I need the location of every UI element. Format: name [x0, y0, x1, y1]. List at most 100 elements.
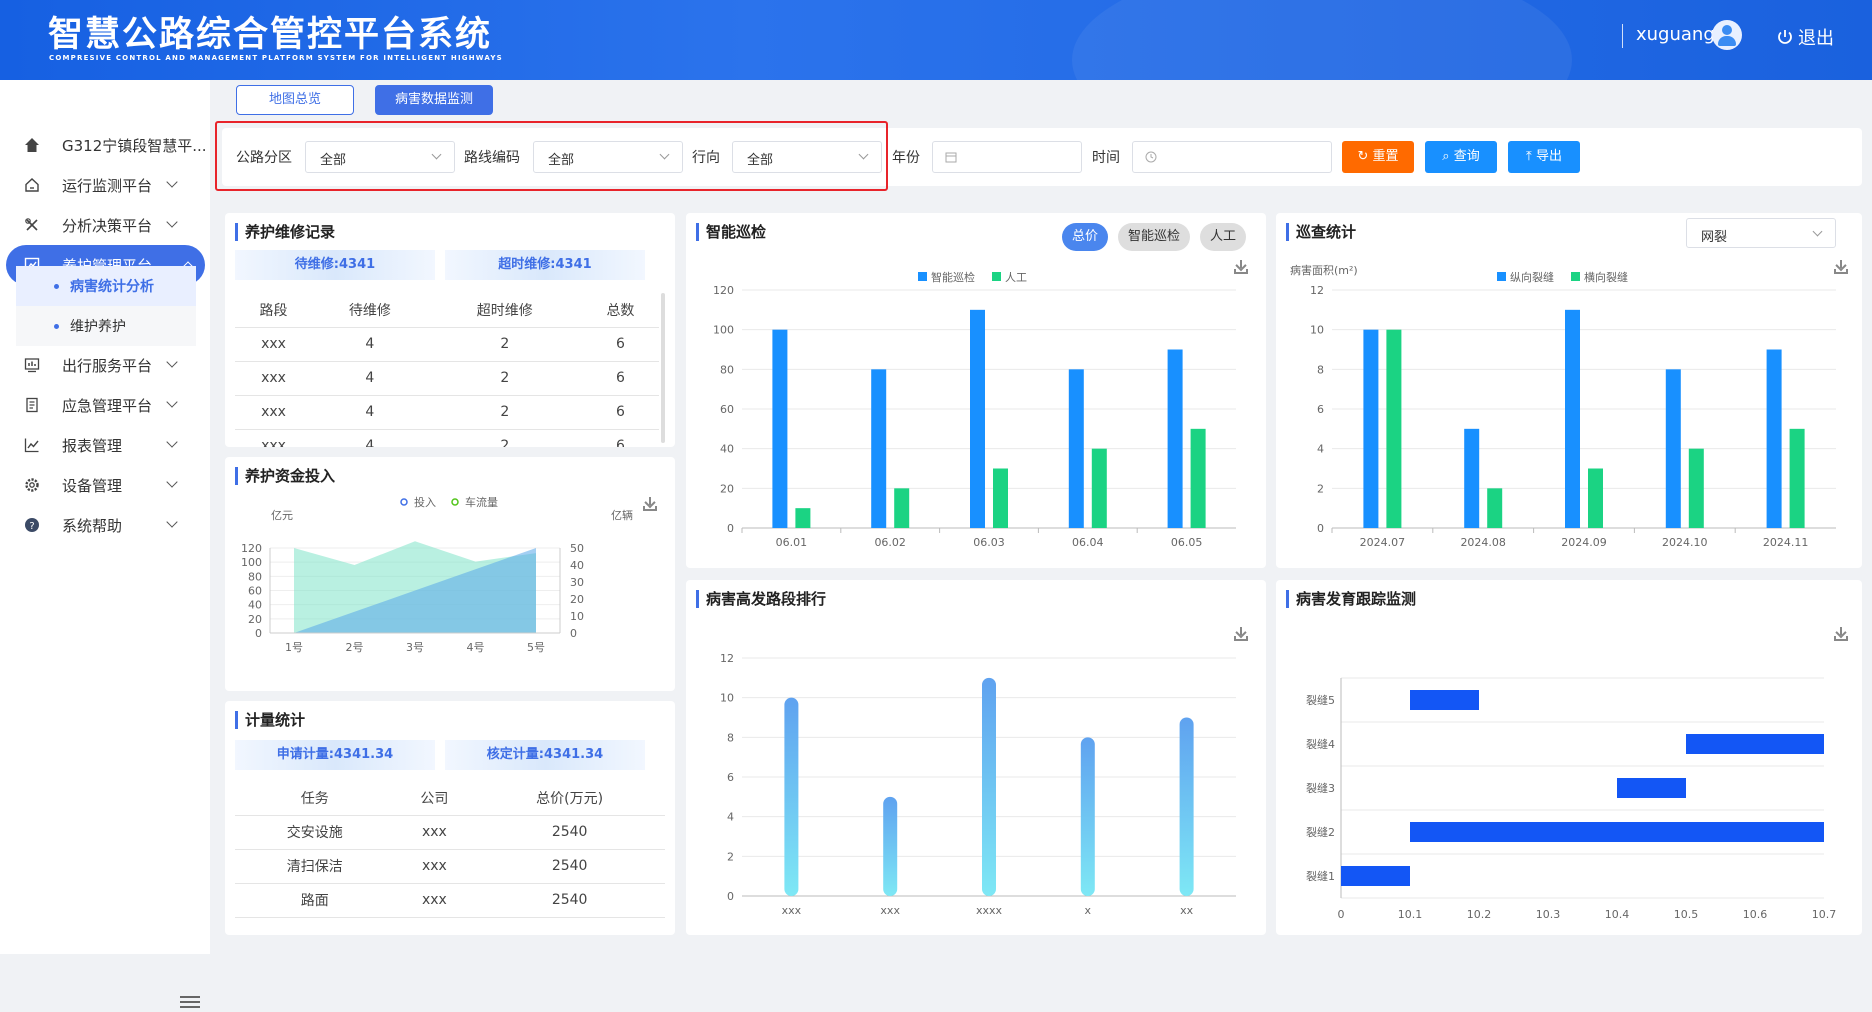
sidebar-item-operation-monitoring[interactable]: 运行监测平台	[0, 165, 210, 205]
sidebar-subitem-maintenance[interactable]: 维护养护	[16, 306, 196, 346]
y-tick-label: 裂缝3	[1306, 781, 1335, 795]
upload-icon: ⤒	[1526, 149, 1536, 164]
column-header: 路段	[235, 293, 313, 328]
column-header: 待维修	[312, 293, 428, 328]
table-row[interactable]: 交安设施 xxx 2540	[235, 815, 665, 850]
table-cell: 6	[581, 429, 659, 447]
sidebar-item-analysis-decision[interactable]: 分析决策平台	[0, 205, 210, 245]
query-button[interactable]: ⌕ 查询	[1425, 141, 1497, 173]
tab-map-overview[interactable]: 地图总览	[236, 85, 354, 115]
reset-button[interactable]: ↻ 重置	[1342, 141, 1414, 173]
chevron-down-icon	[166, 176, 178, 188]
x-tick-label: 1号	[285, 641, 303, 654]
x-tick-label: 5号	[527, 641, 545, 654]
tab-disease-monitoring[interactable]: 病害数据监测	[375, 85, 493, 115]
table-cell: 2	[427, 327, 582, 362]
legend-transverse-label: 横向裂缝	[1584, 270, 1628, 284]
sidebar-item-report-management[interactable]: 报表管理	[0, 425, 210, 465]
avatar-icon[interactable]	[1712, 20, 1742, 50]
table-row[interactable]: xxx 4 2 6	[235, 395, 659, 430]
help-icon: ?	[24, 517, 40, 533]
x-tick-label: xxxx	[976, 904, 1003, 917]
maintenance-funds-panel: 养护资金投入 投入 车流量 亿元 亿辆 0 20 40 60 80 100 120 0 10 20…	[225, 457, 675, 691]
collapse-menu-icon[interactable]	[180, 996, 200, 1012]
sidebar-subitem-label: 维护养护	[70, 319, 126, 335]
export-button[interactable]: ⤒ 导出	[1508, 141, 1580, 173]
y-tick-label: 10	[720, 692, 734, 705]
bullet-dot	[54, 283, 59, 289]
time-label: 时间	[1092, 150, 1120, 166]
bar	[1068, 369, 1084, 528]
bar	[871, 369, 887, 528]
inspection-bar-chart: 智能巡检 人工 0 20 40 60 80 100 120 06.01 06.02 06.03 06…	[713, 270, 1236, 549]
apply-metering-stat: 申请计量:4341.34	[235, 740, 435, 770]
bar	[1190, 428, 1206, 528]
bar	[1167, 349, 1183, 528]
logout-label: 退出	[1798, 28, 1834, 49]
y-tick-label: 6	[727, 771, 734, 784]
table-row[interactable]: xxx 4 2 6	[235, 361, 659, 396]
table-cell: 交安设施	[235, 815, 395, 850]
table-cell: xxx	[235, 361, 313, 396]
column-header: 总数	[581, 293, 659, 328]
sidebar-item-label: G312宁镇段智慧平...	[62, 136, 207, 155]
table-cell: 4	[312, 361, 428, 396]
sidebar-item-system-help[interactable]: ? 系统帮助	[0, 505, 210, 545]
chevron-down-icon	[166, 356, 178, 368]
app-subtitle: COMPRESIVE CONTROL AND MANAGEMENT PLATFO…	[49, 54, 503, 62]
time-picker[interactable]	[1132, 141, 1332, 173]
year-picker[interactable]	[932, 141, 1082, 173]
sidebar-item-home[interactable]: G312宁镇段智慧平...	[0, 125, 210, 165]
y-tick-label: 0	[727, 522, 734, 535]
column-header: 任务	[235, 781, 395, 816]
sidebar-item-label: 出行服务平台	[62, 356, 153, 375]
y-tick-label-left: 60	[248, 585, 262, 598]
bar	[1464, 428, 1480, 528]
legend-transverse-marker	[1571, 272, 1580, 281]
header-decoration	[1072, 0, 1572, 80]
home-icon	[24, 137, 40, 153]
table-row[interactable]: 路面 xxx 2540	[235, 883, 665, 918]
y-tick-label: 0	[727, 890, 734, 903]
disease-ranking-panel: 病害高发路段排行 0 2 4 6 8 10 12 xxx xxx xxxx x xx	[686, 580, 1266, 935]
sidebar-item-emergency-management[interactable]: 应急管理平台	[0, 385, 210, 425]
legend-smart-marker	[918, 272, 927, 281]
x-tick-label: 2024.09	[1561, 536, 1607, 549]
bar	[1789, 428, 1805, 528]
table-row[interactable]: xxx 4 2 6	[235, 327, 659, 362]
query-label: 查询	[1453, 149, 1480, 164]
table-cell: 6	[581, 361, 659, 396]
y-tick-label: 40	[720, 443, 734, 456]
sidebar-item-device-management[interactable]: 设备管理	[0, 465, 210, 505]
table-scrollbar[interactable]	[661, 293, 665, 443]
funds-area-chart: 投入 车流量 亿元 亿辆 020406080100120010203040501…	[241, 495, 633, 654]
legend-traffic-label: 车流量	[465, 495, 498, 509]
sidebar-item-travel-service[interactable]: 出行服务平台	[0, 345, 210, 385]
legend-input-label: 投入	[414, 495, 436, 509]
logout-button[interactable]: 退出	[1776, 24, 1834, 50]
y-tick-label-left: 120	[241, 542, 262, 555]
x-tick-label: 06.05	[1171, 536, 1203, 549]
sidebar-subitem-disease-statistics[interactable]: 病害统计分析	[16, 266, 196, 306]
legend-smart-label: 智能巡检	[931, 270, 975, 284]
y-tick-label: 120	[713, 284, 734, 297]
y-tick-label: 裂缝4	[1306, 737, 1335, 751]
power-icon	[1778, 30, 1792, 44]
column-header: 总价(万元)	[474, 781, 665, 816]
bar	[1487, 488, 1503, 528]
bar	[894, 488, 910, 528]
y-tick-label: 100	[713, 324, 734, 337]
username[interactable]: xuguang	[1636, 24, 1715, 45]
y-tick-label: 4	[1317, 443, 1324, 456]
table-row[interactable]: 清扫保洁 xxx 2540	[235, 849, 665, 884]
y-tick-label-left: 100	[241, 556, 262, 569]
bar	[1363, 329, 1379, 528]
bar	[1565, 309, 1580, 528]
legend-input-marker	[400, 498, 408, 506]
sidebar-item-label: 应急管理平台	[62, 396, 153, 415]
y-tick-label: 60	[720, 403, 734, 416]
x-tick-label: 2024.08	[1460, 536, 1506, 549]
y-axis-title: 病害面积(m²)	[1290, 263, 1358, 277]
table-row[interactable]: xxx 4 2 6	[235, 429, 659, 447]
y-tick-label: 2	[1317, 482, 1324, 495]
